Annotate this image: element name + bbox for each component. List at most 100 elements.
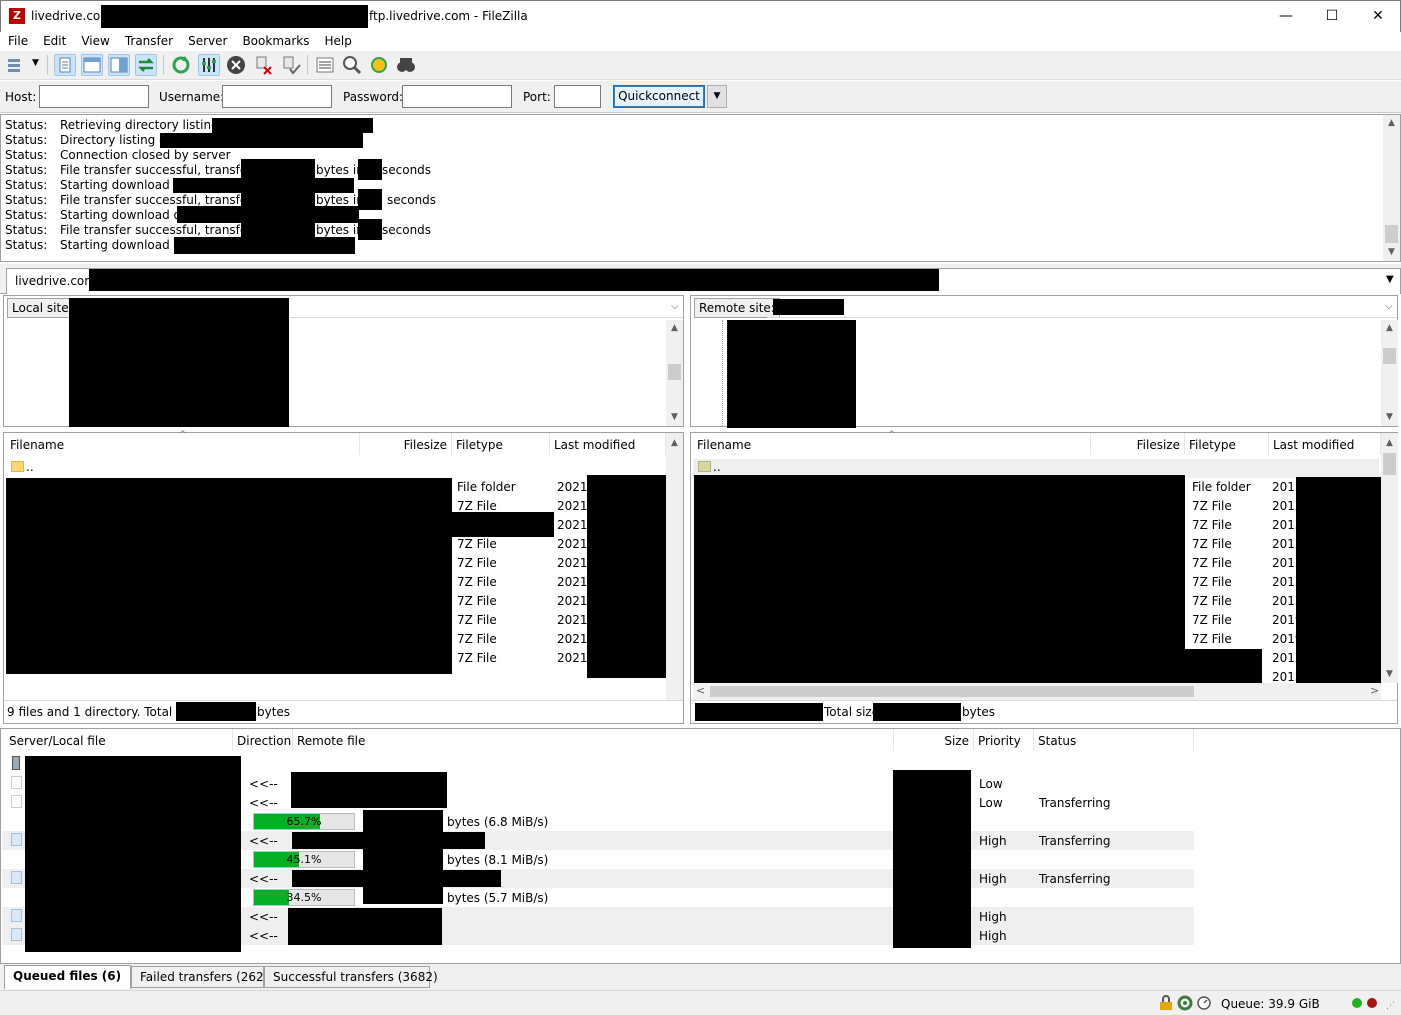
redacted-block (6, 478, 452, 674)
local-row-type: 7Z File (457, 594, 497, 608)
local-col-last-modified[interactable]: Last modified (550, 433, 666, 455)
scroll-up-icon[interactable]: ▲ (666, 320, 683, 337)
scroll-right-icon[interactable]: > (1370, 684, 1379, 697)
redacted-block (291, 772, 447, 808)
menu-server[interactable]: Server (180, 32, 234, 48)
remote-tree-scrollbar[interactable]: ▲ ▼ (1381, 320, 1398, 426)
toolbar-separator (307, 55, 308, 75)
cancel-icon[interactable] (225, 54, 247, 76)
local-site-dropdown-icon[interactable]: ⌵ (671, 301, 679, 312)
local-row-type: 7Z File (457, 499, 497, 513)
log-entry: Status: Retrieving directory listing of (5, 118, 235, 132)
compare-icon[interactable] (341, 54, 363, 76)
local-tree-scrollbar[interactable]: ▲ ▼ (666, 320, 683, 426)
menu-help[interactable]: Help (317, 32, 359, 48)
host-input[interactable] (39, 85, 149, 108)
remote-row-type: File folder (1192, 480, 1251, 494)
parent-folder-icon (11, 461, 24, 472)
scroll-down-icon[interactable]: ▼ (1383, 244, 1400, 261)
log-scrollbar[interactable]: ▲ ▼ (1383, 115, 1400, 261)
toggle-log-icon[interactable] (54, 54, 76, 76)
queue-col-size[interactable]: Size (894, 729, 974, 751)
menu-file[interactable]: File (0, 32, 35, 48)
remote-site-dropdown-icon[interactable]: ⌵ (1385, 301, 1393, 312)
scroll-left-icon[interactable]: < (696, 684, 705, 697)
scroll-down-icon[interactable]: ▼ (666, 409, 683, 426)
close-window-button[interactable]: ✕ (1355, 1, 1401, 31)
remote-list-scrollbar[interactable]: ▲ ▼ (1381, 433, 1398, 683)
local-file-list: Filename ^ Filesize Filetype Last modifi… (3, 430, 684, 724)
toggle-local-tree-icon[interactable] (81, 54, 103, 76)
remote-row-modified: 2015 (1272, 537, 1303, 551)
scroll-thumb[interactable] (710, 686, 1194, 697)
menu-view[interactable]: View (73, 32, 116, 48)
tab-failed-transfers[interactable]: Failed transfers (262) (131, 966, 268, 988)
tab-queued-files[interactable]: Queued files (6) (4, 965, 131, 989)
reconnect-icon[interactable] (280, 54, 302, 76)
local-list-scrollbar[interactable]: ▲ (666, 433, 683, 701)
scroll-thumb[interactable] (1383, 348, 1396, 364)
port-input[interactable] (554, 85, 601, 108)
remote-row-modified: 2015 (1272, 575, 1303, 589)
window-title-prefix: livedrive.com (31, 9, 112, 23)
scroll-thumb[interactable] (1385, 225, 1398, 243)
queue-col-status[interactable]: Status (1034, 729, 1194, 751)
queue-col-priority[interactable]: Priority (974, 729, 1034, 751)
password-input[interactable] (402, 85, 512, 108)
quickconnect-button[interactable]: Quickconnect (613, 85, 705, 108)
queue-col-direction[interactable]: Direction (233, 729, 293, 751)
scroll-thumb[interactable] (1383, 453, 1396, 475)
message-log[interactable]: Status: Retrieving directory listing of S… (0, 114, 1401, 262)
disconnect-icon[interactable] (253, 54, 275, 76)
transfer-progress-bar: 65.7% (253, 813, 355, 830)
remote-row-modified: 2015 (1272, 499, 1303, 513)
tab-successful-transfers[interactable]: Successful transfers (3682) (264, 966, 438, 988)
scroll-down-icon[interactable]: ▼ (1381, 409, 1398, 426)
remote-row-type: 7Z File (1192, 518, 1232, 532)
site-manager-icon[interactable] (5, 54, 27, 76)
gear-icon[interactable] (1177, 995, 1193, 1011)
scroll-thumb[interactable] (668, 364, 681, 380)
resize-grip-icon[interactable]: ⋰ (1386, 1001, 1395, 1011)
queue-col-server-local-file[interactable]: Server/Local file (1, 729, 233, 751)
refresh-icon[interactable] (170, 54, 192, 76)
redacted-block (292, 832, 485, 849)
toggle-queue-icon[interactable] (135, 54, 157, 76)
local-parent-dir[interactable]: .. (26, 460, 34, 479)
queue-col-remote-file[interactable]: Remote file (293, 729, 894, 751)
toggle-remote-tree-icon[interactable] (108, 54, 130, 76)
transfer-rate: bytes (8.1 MiB/s) (447, 853, 549, 867)
local-row-modified: 2021- (557, 537, 592, 551)
menu-transfer[interactable]: Transfer (117, 32, 180, 48)
search-icon[interactable] (395, 54, 417, 76)
scroll-up-icon[interactable]: ▲ (1381, 320, 1398, 337)
filter-icon[interactable] (314, 54, 336, 76)
parent-folder-icon (698, 461, 711, 472)
log-entry: Status: Starting download of (5, 238, 186, 252)
scroll-down-icon[interactable]: ▼ (1381, 666, 1398, 683)
redacted-block (1296, 477, 1381, 683)
local-row-modified: 2021- (557, 632, 592, 646)
remote-col-filetype[interactable]: Filetype (1185, 433, 1269, 455)
scroll-up-icon[interactable]: ▲ (1381, 435, 1398, 452)
server-icon (12, 756, 20, 770)
local-col-filetype[interactable]: Filetype (452, 433, 550, 455)
menu-bookmarks[interactable]: Bookmarks (234, 32, 316, 48)
maximize-button[interactable]: ☐ (1309, 1, 1355, 31)
scroll-up-icon[interactable]: ▲ (666, 435, 683, 452)
speed-limit-icon[interactable] (1196, 995, 1212, 1011)
minimize-button[interactable]: — (1263, 1, 1309, 31)
remote-col-last-modified[interactable]: Last modified (1269, 433, 1381, 455)
remote-site-path-combo[interactable] (767, 296, 1397, 318)
remote-col-filesize[interactable]: Filesize (1091, 433, 1185, 455)
tab-list-dropdown-icon[interactable]: ▼ (1386, 274, 1394, 285)
username-input[interactable] (222, 85, 332, 108)
local-col-filesize[interactable]: Filesize (360, 433, 452, 455)
scroll-up-icon[interactable]: ▲ (1383, 115, 1400, 132)
quickconnect-history-dropdown[interactable]: ▼ (707, 85, 727, 108)
process-queue-icon[interactable] (198, 54, 220, 76)
remote-hscrollbar[interactable]: < > (693, 683, 1381, 700)
site-manager-dropdown-icon[interactable]: ▼ (32, 58, 39, 68)
menu-edit[interactable]: Edit (35, 32, 73, 48)
sync-browse-icon[interactable] (368, 54, 390, 76)
